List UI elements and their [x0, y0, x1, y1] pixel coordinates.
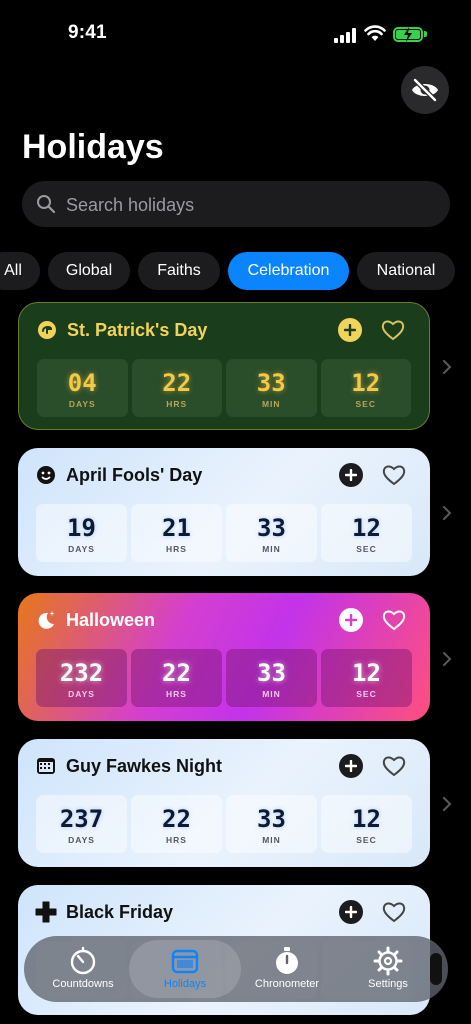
countdown-seconds: 12 SEC	[320, 359, 411, 417]
add-countdown-button[interactable]	[339, 754, 363, 778]
chevron-right-icon[interactable]	[440, 506, 454, 520]
wifi-icon	[364, 25, 386, 41]
status-time: 9:41	[68, 22, 107, 43]
battery-cap	[424, 31, 427, 37]
stopwatch-icon	[276, 947, 298, 974]
add-countdown-button[interactable]	[338, 318, 362, 342]
plus-icon	[345, 614, 357, 626]
countdown-hours: 21 HRS	[131, 504, 222, 562]
holiday-card-st-patricks-day[interactable]: St. Patrick's Day 04 DAYS 22 HRS 33 MIN 12 S…	[18, 302, 430, 430]
add-countdown-button[interactable]	[339, 463, 363, 487]
holiday-title: St. Patrick's Day	[67, 319, 208, 340]
add-countdown-button[interactable]	[339, 608, 363, 632]
countdown-days: 232 DAYS	[36, 649, 127, 707]
holiday-title: April Fools' Day	[66, 464, 203, 485]
countdown-days: 04 DAYS	[37, 359, 128, 417]
gear-icon	[373, 946, 403, 976]
countdown-tiles: 232 DAYS 22 HRS 33 MIN 12 SEC	[36, 649, 412, 707]
hide-eye-button[interactable]	[401, 66, 449, 114]
plus-icon	[345, 760, 357, 772]
scroll-indicator[interactable]	[430, 953, 442, 985]
battery-charging-icon	[393, 27, 423, 42]
timer-icon	[70, 946, 96, 975]
status-bar: 9:41	[0, 0, 471, 60]
cellular-signal-icon	[334, 27, 358, 43]
countdown-tiles: 19 DAYS 21 HRS 33 MIN 12 SEC	[36, 504, 412, 562]
holiday-title: Guy Fawkes Night	[66, 755, 223, 776]
tab-chronometer[interactable]: Chronometer	[234, 936, 340, 1002]
holiday-card-guy-fawkes-night[interactable]: Guy Fawkes Night 237 DAYS 22 HRS 33 MIN 12 S…	[18, 739, 430, 867]
countdown-minutes: 33 MIN	[226, 649, 317, 707]
chip-celebration[interactable]: Celebration	[228, 252, 349, 290]
calendar-grid-icon	[35, 755, 57, 777]
search-icon	[37, 195, 56, 214]
favorite-button[interactable]	[381, 899, 407, 925]
calendar-icon	[171, 949, 199, 974]
chevron-right-icon[interactable]	[440, 652, 454, 666]
add-countdown-button[interactable]	[339, 900, 363, 924]
countdown-hours: 22 HRS	[131, 795, 222, 853]
countdown-minutes: 33 MIN	[226, 504, 317, 562]
favorite-button[interactable]	[380, 317, 406, 343]
countdown-minutes: 33 MIN	[226, 795, 317, 853]
heart-icon	[382, 465, 406, 486]
plus-icon	[345, 469, 357, 481]
countdown-days: 237 DAYS	[36, 795, 127, 853]
clover-badge-icon	[36, 319, 58, 341]
page-title: Holidays	[22, 128, 164, 166]
countdown-seconds: 12 SEC	[321, 649, 412, 707]
plus-icon	[344, 324, 356, 336]
countdown-tiles: 237 DAYS 22 HRS 33 MIN 12 SEC	[36, 795, 412, 853]
heart-icon	[382, 756, 406, 777]
countdown-hours: 22 HRS	[131, 649, 222, 707]
holiday-title: Halloween	[66, 609, 156, 630]
countdown-seconds: 12 SEC	[321, 504, 412, 562]
countdown-tiles: 04 DAYS 22 HRS 33 MIN 12 SEC	[37, 359, 411, 417]
tab-bar: Countdowns Holidays Chronometer Settings	[24, 936, 448, 1002]
countdown-minutes: 33 MIN	[226, 359, 317, 417]
chevron-right-icon[interactable]	[440, 360, 454, 374]
heart-icon	[381, 320, 405, 341]
tab-settings[interactable]: Settings	[335, 936, 441, 1002]
holiday-card-halloween[interactable]: Halloween 232 DAYS 22 HRS 33 MIN 12 SEC	[18, 593, 430, 721]
search-bar[interactable]	[22, 181, 450, 229]
chip-all[interactable]: All	[0, 252, 40, 290]
favorite-button[interactable]	[381, 607, 407, 633]
tab-holidays[interactable]: Holidays	[129, 936, 241, 1002]
heart-icon	[382, 902, 406, 923]
countdown-days: 19 DAYS	[36, 504, 127, 562]
tab-countdowns[interactable]: Countdowns	[30, 936, 136, 1002]
chevron-right-icon[interactable]	[440, 797, 454, 811]
eye-slash-icon	[412, 78, 438, 102]
countdown-hours: 22 HRS	[131, 359, 222, 417]
holiday-title: Black Friday	[66, 901, 174, 922]
chip-global[interactable]: Global	[48, 252, 130, 290]
heart-icon	[382, 610, 406, 631]
plus-icon	[345, 906, 357, 918]
smiley-icon	[35, 464, 57, 486]
category-filter-chips: All Global Faiths Celebration National	[0, 252, 471, 290]
chip-national[interactable]: National	[357, 252, 455, 290]
moon-stars-icon	[35, 609, 57, 631]
favorite-button[interactable]	[381, 462, 407, 488]
countdown-seconds: 12 SEC	[321, 795, 412, 853]
search-input[interactable]	[64, 181, 438, 229]
chip-faiths[interactable]: Faiths	[138, 252, 220, 290]
cross-icon	[35, 901, 57, 923]
favorite-button[interactable]	[381, 753, 407, 779]
holiday-card-april-fools-day[interactable]: April Fools' Day 19 DAYS 21 HRS 33 MIN 12 SE…	[18, 448, 430, 576]
